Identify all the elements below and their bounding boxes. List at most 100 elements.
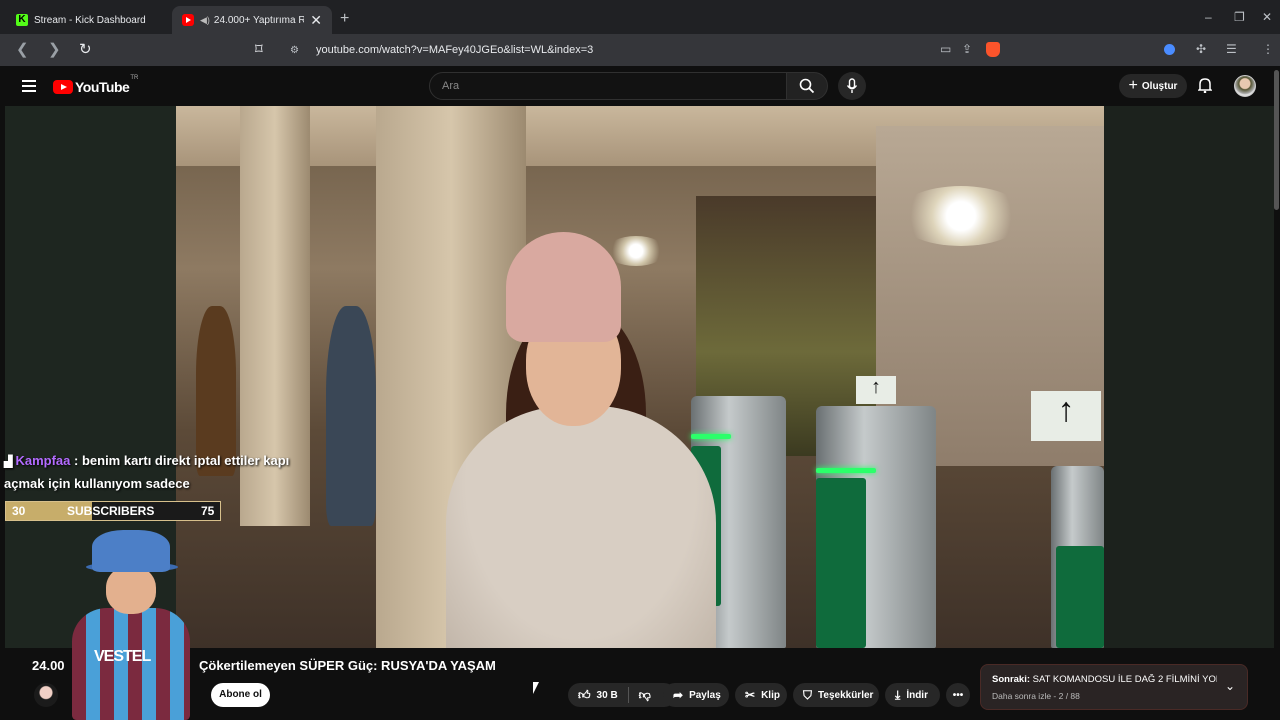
share-arrow-icon: ➦ (673, 688, 684, 702)
youtube-logo[interactable]: YouTube TR (53, 75, 138, 95)
streamer-cutout: VESTEL (64, 530, 198, 720)
next-up-card[interactable]: Sonraki: SAT KOMANDOSU İLE DAĞ 2 FİLMİNİ… (980, 664, 1248, 710)
clip-button[interactable]: ✂ Klip (735, 683, 787, 707)
video-player[interactable]: ↑ ↑ (176, 106, 1104, 648)
browser-toolbar: ❮ ❯ ↻ ⌑ ⚙ youtube.com/watch?v=MAFey40JGE… (0, 34, 1280, 66)
site-info-icon[interactable]: ⚙ (290, 45, 304, 56)
download-label: İndir (906, 689, 928, 701)
stream-chat-message: ▟ Kampfaa : benim kartı direkt iptal etti… (4, 450, 304, 494)
next-up-line: Sonraki: SAT KOMANDOSU İLE DAĞ 2 FİLMİNİ… (992, 674, 1217, 685)
bookmark-icon[interactable]: ⌑ (255, 40, 263, 58)
region-code: TR (130, 75, 139, 81)
scissors-icon: ✂ (745, 688, 756, 702)
tab-youtube-video[interactable]: ◀) 24.000+ Yaptırıma Rağmen ✕ (172, 6, 332, 34)
like-dislike-group: 👍︎ 30 B 👎︎ (568, 683, 676, 707)
more-actions-button[interactable]: ••• (946, 683, 970, 707)
search-button[interactable] (786, 72, 828, 100)
mouse-cursor (533, 682, 539, 694)
restore-icon[interactable]: ❐ (1234, 10, 1245, 24)
video-title: Çökertilemeyen SÜPER Güç: RUSYA'DA YAŞAM (199, 658, 496, 673)
browser-tab-strip: K Stream - Kick Dashboard ◀) 24.000+ Yap… (0, 0, 1280, 38)
video-frame-hat (506, 232, 621, 342)
share-button[interactable]: ➦ Paylaş (663, 683, 729, 707)
browser-menu-icon[interactable]: ⋮ (1262, 42, 1274, 56)
account-avatar[interactable] (1234, 75, 1256, 97)
voice-search-button[interactable] (838, 72, 866, 100)
like-count: 30 B (596, 689, 618, 701)
chat-username: Kampfaa (15, 453, 71, 468)
microphone-icon (846, 78, 858, 93)
super-thanks-icon: ⛉ (803, 687, 813, 702)
next-up-prefix: Sonraki: (992, 674, 1031, 685)
forward-icon[interactable]: ❯ (48, 40, 61, 58)
share-label: Paylaş (689, 689, 721, 701)
tab-title: 24.000+ Yaptırıma Rağmen (213, 14, 305, 26)
screen: K Stream - Kick Dashboard ◀) 24.000+ Yap… (0, 0, 1280, 720)
kid-face (106, 566, 156, 614)
view-count: 24.00 (32, 658, 65, 673)
video-frame-panel (816, 478, 866, 648)
video-frame-lamp (606, 236, 666, 266)
channel-avatar[interactable] (34, 683, 58, 707)
notifications-bell-icon[interactable] (1197, 77, 1213, 96)
page-scrollbar[interactable] (1274, 70, 1279, 210)
video-frame-person (326, 306, 376, 526)
extension-icon[interactable] (1164, 44, 1175, 55)
next-up-title: SAT KOMANDOSU İLE DAĞ 2 FİLMİNİ YOR... (1032, 674, 1217, 685)
thanks-label: Teşekkürler (818, 689, 874, 701)
clip-label: Klip (761, 689, 780, 701)
sub-goal-target: 75 (201, 504, 215, 518)
reload-icon[interactable]: ↻ (79, 40, 92, 58)
share-page-icon[interactable]: ⇪ (962, 42, 972, 56)
thumbs-up-icon: 👍︎ (578, 687, 591, 702)
sub-goal-current: 30 (12, 504, 26, 518)
youtube-play-icon (53, 80, 73, 94)
thanks-button[interactable]: ⛉ Teşekkürler (793, 683, 879, 707)
create-label: Oluştur (1141, 80, 1178, 92)
tab-kick-dashboard[interactable]: K Stream - Kick Dashboard (6, 6, 170, 34)
download-button[interactable]: ⤓ İndir (885, 683, 940, 707)
download-icon: ⤓ (895, 687, 901, 702)
speaker-icon[interactable]: ◀) (200, 15, 210, 26)
url-text: youtube.com/watch?v=MAFey40JGEo&list=WL&… (316, 44, 594, 56)
kick-icon: K (16, 14, 28, 26)
thumbs-down-icon: 👎︎ (638, 687, 651, 702)
plus-icon: + (1128, 77, 1138, 94)
youtube-masthead: YouTube TR Ara + Oluştur (0, 66, 1280, 106)
subscribe-button[interactable]: Abone ol (211, 683, 270, 707)
video-frame-coat (446, 406, 716, 648)
video-frame-arrow-sign: ↑ (856, 376, 896, 404)
cast-icon[interactable]: ▭ (940, 42, 951, 56)
like-button[interactable]: 👍︎ 30 B (568, 683, 628, 707)
minimize-icon[interactable]: – (1205, 10, 1212, 24)
search-icon (799, 78, 815, 94)
close-tab-icon[interactable]: ✕ (310, 12, 322, 29)
create-button[interactable]: + Oluştur (1119, 74, 1187, 98)
video-frame-light (816, 468, 876, 473)
chat-badge-icon: ▟ (4, 456, 13, 468)
dislike-button[interactable]: 👎︎ (629, 683, 661, 707)
close-window-icon[interactable]: ✕ (1262, 10, 1272, 24)
reading-list-icon[interactable]: ☰ (1226, 42, 1237, 56)
new-tab-button[interactable]: + (340, 10, 349, 28)
jersey-sponsor: VESTEL (94, 648, 151, 665)
kid-hat (92, 530, 170, 572)
address-bar[interactable]: ⚙ youtube.com/watch?v=MAFey40JGEo&list=W… (284, 37, 1004, 63)
back-icon[interactable]: ❮ (16, 40, 29, 58)
logo-text: YouTube (75, 79, 130, 95)
sub-goal-label: SUBSCRIBERS (67, 504, 155, 518)
more-horizontal-icon: ••• (952, 689, 964, 701)
menu-icon[interactable] (22, 80, 36, 92)
player-right-letterbox (1104, 106, 1274, 648)
video-frame-light (691, 434, 731, 439)
search-input[interactable]: Ara (429, 72, 787, 100)
video-frame-arrow-sign: ↑ (1031, 391, 1101, 441)
youtube-icon (182, 14, 194, 26)
video-frame-lamp (896, 186, 1026, 246)
next-up-subtitle: Daha sonra izle - 2 / 88 (992, 691, 1080, 701)
brave-shield-icon[interactable] (986, 42, 1000, 57)
extensions-icon[interactable]: ✣ (1196, 42, 1206, 56)
video-frame-panel (1056, 546, 1104, 648)
chevron-down-icon[interactable]: ⌄ (1225, 679, 1235, 693)
tab-title: Stream - Kick Dashboard (34, 14, 146, 26)
